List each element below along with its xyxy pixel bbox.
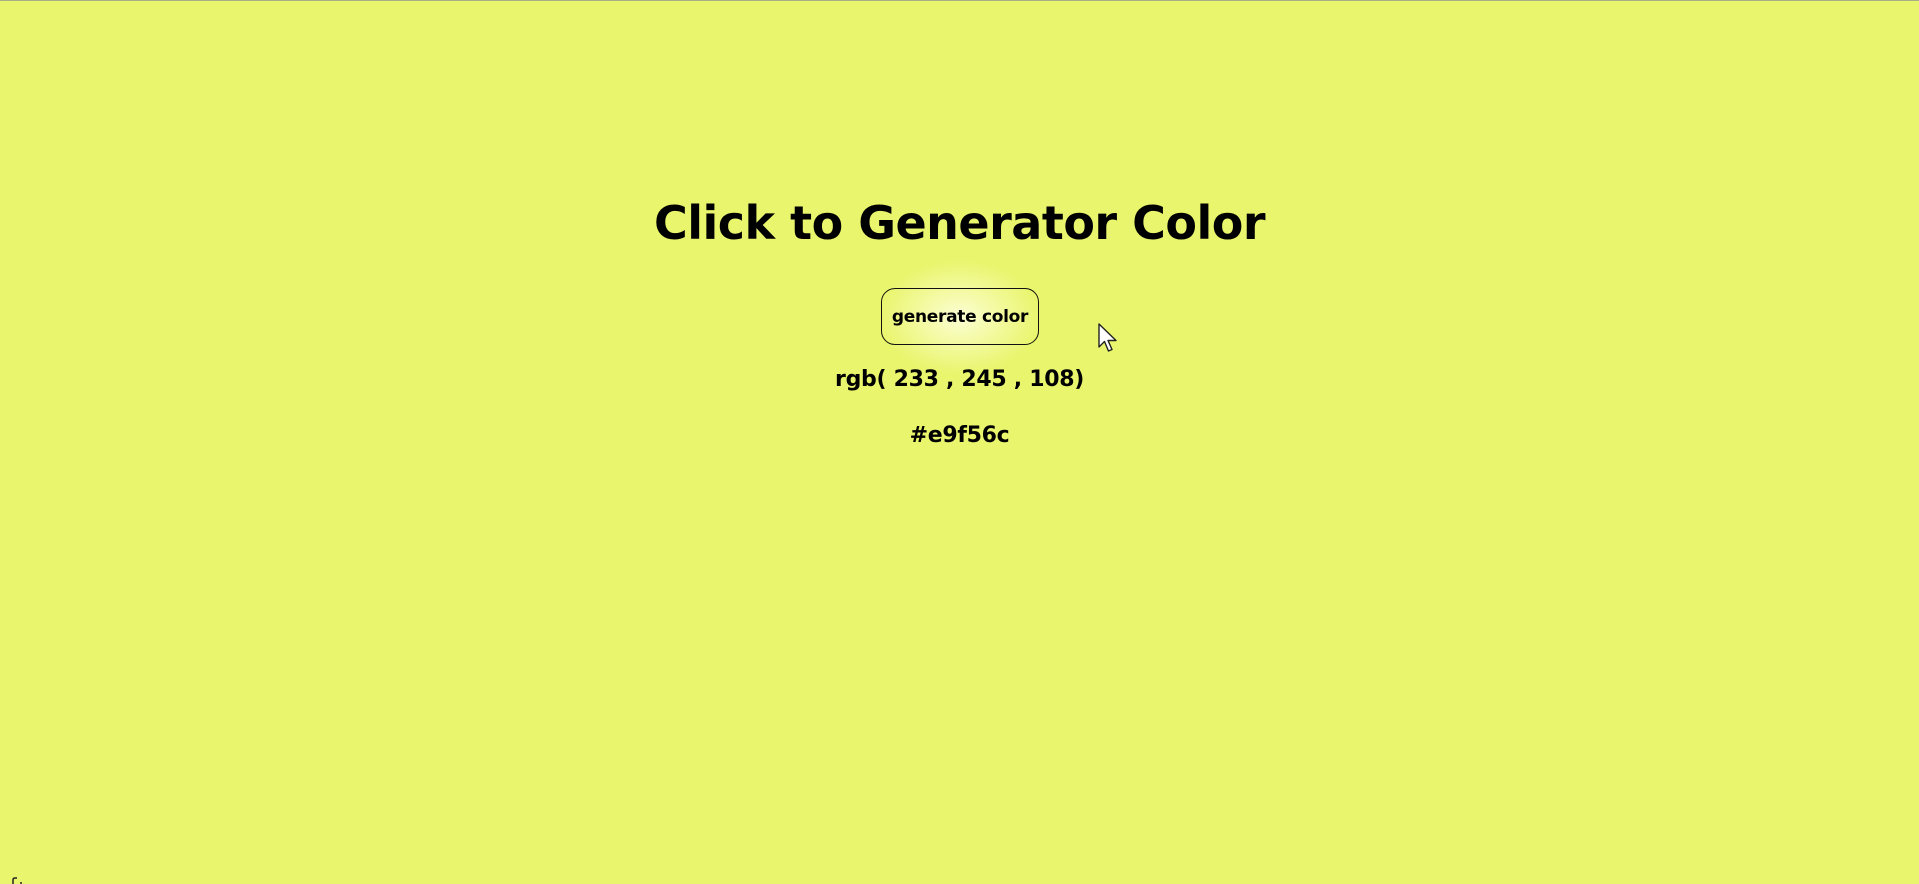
mouse-pointer-icon (1098, 323, 1117, 352)
hex-value-display: #e9f56c (909, 423, 1010, 448)
generate-color-button[interactable]: generate color (881, 288, 1039, 345)
rgb-value-display: rgb( 233 , 245 , 108) (835, 367, 1084, 392)
page-title: Click to Generator Color (653, 196, 1266, 250)
page-container: Click to Generator Color generate color … (0, 1, 1919, 884)
corner-glyph-icon (12, 877, 22, 884)
